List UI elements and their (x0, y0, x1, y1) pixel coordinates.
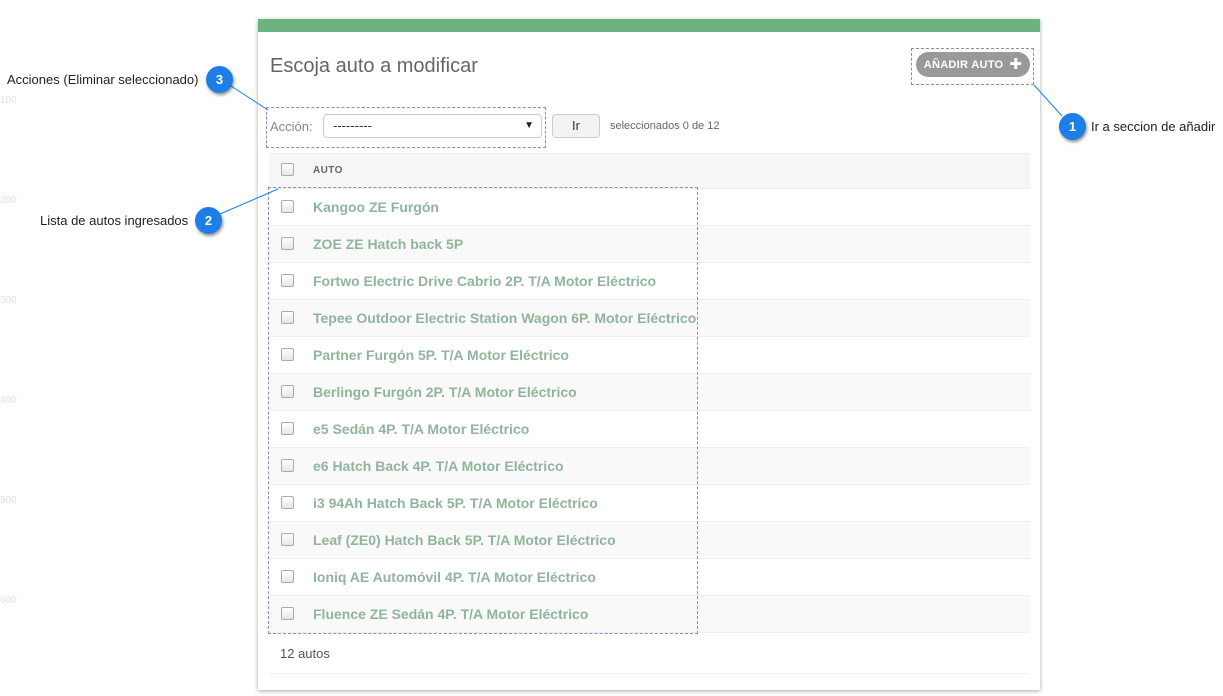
annotation-badge-3: 3 (206, 66, 233, 93)
page-title: Escoja auto a modificar (270, 55, 478, 77)
ruler: 100 200 300 400 500 600 (0, 0, 20, 696)
annotation-note-2: Lista de autos ingresados (40, 213, 189, 228)
callout-box-actions (266, 107, 546, 148)
ruler-label: 100 (0, 95, 17, 106)
annotation-badge-2: 2 (195, 207, 222, 234)
ruler-label: 400 (0, 395, 17, 406)
ruler-label: 300 (0, 295, 17, 306)
annotation-note-1: Ir a seccion de añadir (1091, 119, 1216, 134)
column-header-auto[interactable]: AUTO (313, 165, 343, 176)
callout-box-add (911, 48, 1034, 85)
table-header: AUTO (269, 153, 1030, 189)
ruler-label: 500 (0, 495, 17, 506)
result-count: 12 autos (280, 646, 330, 661)
panel-top-bar (258, 19, 1040, 32)
select-all-checkbox[interactable] (281, 163, 294, 176)
selection-counter: seleccionados 0 de 12 (610, 120, 720, 132)
ruler-label: 600 (0, 595, 17, 606)
annotation-badge-1: 1 (1059, 113, 1086, 140)
callout-box-list (268, 187, 698, 634)
ruler-label: 200 (0, 195, 17, 206)
go-button[interactable]: Ir (552, 114, 600, 138)
annotation-note-3: Acciones (Eliminar seleccionado) (7, 72, 199, 87)
divider (269, 673, 1030, 674)
